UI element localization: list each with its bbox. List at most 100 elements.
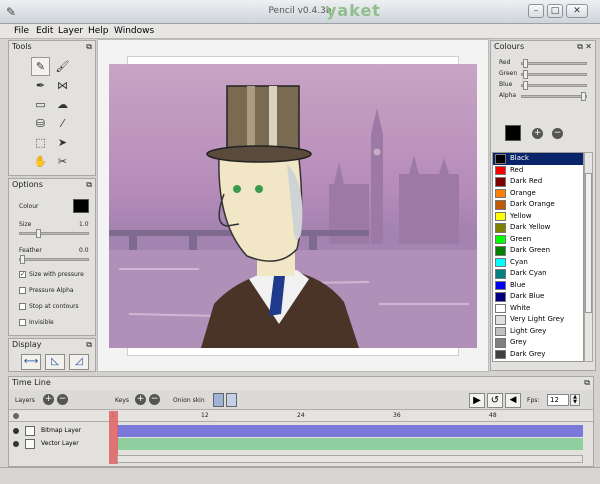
colour-slider-handle[interactable] — [523, 59, 529, 68]
colour-list-item[interactable]: Dark Red — [493, 176, 583, 188]
colour-list-item[interactable]: Blue — [493, 280, 583, 292]
fps-spinner[interactable]: ▲ ▼ — [570, 394, 580, 406]
colour-list-item[interactable]: Cyan — [493, 257, 583, 269]
top-hat-brim — [206, 145, 312, 163]
top-hat-stripe — [269, 86, 277, 154]
loop-button[interactable]: ↺ — [487, 393, 503, 408]
add-layer-button[interactable]: + — [43, 394, 54, 405]
remove-layer-button[interactable]: − — [57, 394, 68, 405]
pen-tool-button[interactable]: ✒ — [31, 76, 50, 95]
colour-slider[interactable] — [521, 70, 587, 79]
colour-list-item[interactable]: Black — [493, 153, 583, 165]
menu-layer[interactable]: Layer — [58, 26, 83, 36]
pencil-tool-button[interactable]: ✎ — [31, 57, 50, 76]
clear-icon: ✂ — [57, 155, 68, 168]
colour-list-item[interactable]: Dark Yellow — [493, 222, 583, 234]
menu-help[interactable]: Help — [88, 26, 109, 36]
polyline-tool-button[interactable]: ⋈ — [53, 76, 72, 95]
colour-list-item[interactable]: Dark Orange — [493, 199, 583, 211]
layer-track[interactable] — [117, 438, 583, 450]
flip-horizontal-button[interactable]: ⟷ — [21, 354, 41, 370]
option-checkbox[interactable]: ✓ — [19, 271, 26, 278]
undock-icon[interactable]: ⧉ — [577, 41, 583, 53]
option-checkbox[interactable] — [19, 303, 26, 310]
colour-list-item[interactable]: Dark Cyan — [493, 268, 583, 280]
undock-icon[interactable]: ⧉ — [86, 339, 92, 351]
layer-row[interactable]: Bitmap Layer — [9, 425, 109, 437]
hand-tool-button[interactable]: ✋ — [31, 152, 50, 171]
colour-slider[interactable] — [521, 81, 587, 90]
colour-swatch — [495, 211, 506, 221]
brush-tool-button[interactable]: 🖌 — [53, 57, 72, 76]
onion-next-button[interactable] — [226, 393, 237, 407]
layer-row[interactable]: Vector Layer — [9, 438, 109, 450]
colour-slider[interactable] — [521, 92, 587, 101]
size-slider[interactable] — [19, 229, 89, 238]
colour-swatch — [495, 188, 506, 198]
eraser-tool-button[interactable]: ▭ — [31, 95, 50, 114]
colour-list-item[interactable]: Yellow — [493, 211, 583, 223]
option-checkbox[interactable] — [19, 287, 26, 294]
onion-prev-button[interactable] — [213, 393, 224, 407]
close-panel-icon[interactable]: ✕ — [585, 41, 592, 53]
colour-slider-handle[interactable] — [523, 70, 529, 79]
visibility-all-icon[interactable] — [13, 413, 19, 419]
feather-slider-handle[interactable] — [20, 255, 25, 264]
colour-slider-handle[interactable] — [580, 92, 586, 101]
colour-palette-list[interactable]: Black Red Dark Red Orange Dark Orange Yellow D… — [492, 152, 584, 362]
eyedropper-tool-button[interactable]: ⁄ — [53, 114, 72, 133]
sound-button[interactable]: ◀ — [505, 393, 521, 408]
colour-list-item[interactable]: Green — [493, 234, 583, 246]
add-key-button[interactable]: + — [135, 394, 146, 405]
menu-file[interactable]: File — [14, 26, 29, 36]
colour-list-item[interactable]: Dark Grey — [493, 349, 583, 361]
canvas-artwork[interactable] — [109, 64, 477, 348]
maximize-button[interactable]: □ — [547, 4, 563, 18]
feather-slider[interactable] — [19, 255, 89, 264]
colour-slider[interactable] — [521, 59, 587, 68]
colour-swatch — [495, 154, 506, 164]
colour-list-item[interactable]: Dark Green — [493, 245, 583, 257]
colour-list-item[interactable]: Light Grey — [493, 326, 583, 338]
smudge-tool-button[interactable]: ☁ — [53, 95, 72, 114]
minimize-button[interactable]: – — [528, 4, 544, 18]
brand-logo: yaket — [326, 1, 381, 20]
menu-edit[interactable]: Edit — [36, 26, 53, 36]
colour-name: Dark Grey — [510, 349, 546, 358]
remove-key-button[interactable]: − — [149, 394, 160, 405]
colour-slider-handle[interactable] — [523, 81, 529, 90]
move-tool-button[interactable]: ➤ — [53, 133, 72, 152]
size-slider-handle[interactable] — [36, 229, 41, 238]
remove-colour-button[interactable]: − — [552, 128, 563, 139]
fps-input[interactable]: 12 — [547, 394, 569, 406]
option-checkbox[interactable] — [19, 319, 26, 326]
thin-lines-button[interactable]: ◺ — [45, 354, 65, 370]
colour-swatch-button[interactable] — [73, 199, 89, 213]
undock-icon[interactable]: ⧉ — [86, 41, 92, 53]
undock-icon[interactable]: ⧉ — [86, 179, 92, 191]
clear-tool-button[interactable]: ✂ — [53, 152, 72, 171]
play-button[interactable]: ▶ — [469, 393, 485, 408]
timeline-scrollbar[interactable] — [117, 455, 583, 463]
colour-list-item[interactable]: Orange — [493, 188, 583, 200]
colour-list-item[interactable]: Red — [493, 165, 583, 177]
menu-windows[interactable]: Windows — [114, 26, 154, 36]
colour-list-item[interactable]: Grey — [493, 337, 583, 349]
bucket-tool-button[interactable]: ⛁ — [31, 114, 50, 133]
outlines-button[interactable]: ◿ — [69, 354, 89, 370]
close-button[interactable]: ✕ — [566, 4, 588, 18]
colour-list-item[interactable]: White — [493, 303, 583, 315]
layer-visibility-icon[interactable] — [13, 428, 19, 434]
palette-scrollbar[interactable] — [584, 152, 593, 362]
current-colour-swatch[interactable] — [505, 125, 521, 141]
colour-name: Very Light Grey — [510, 315, 565, 323]
layer-track[interactable] — [117, 425, 583, 437]
colour-name: Dark Orange — [510, 200, 555, 208]
colour-list-item[interactable]: Dark Blue — [493, 291, 583, 303]
select-tool-button[interactable]: ⬚ — [31, 133, 50, 152]
layer-visibility-icon[interactable] — [13, 441, 19, 447]
palette-scrollbar-thumb[interactable] — [585, 173, 592, 313]
undock-icon[interactable]: ⧉ — [584, 377, 590, 389]
add-colour-button[interactable]: + — [532, 128, 543, 139]
colour-list-item[interactable]: Very Light Grey — [493, 314, 583, 326]
